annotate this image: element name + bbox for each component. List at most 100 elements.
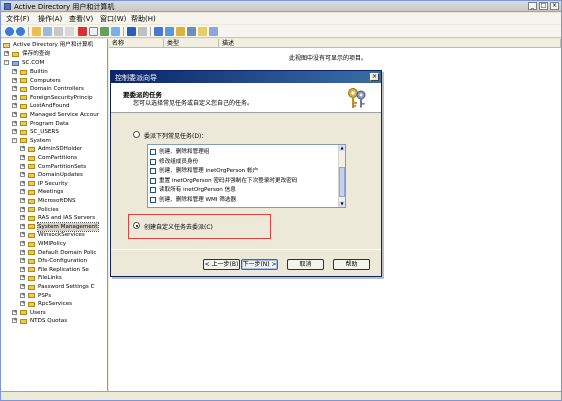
scroll-up-icon[interactable]: ▲ — [339, 145, 345, 151]
tree-expander[interactable]: + — [12, 86, 17, 92]
filter-icon[interactable] — [187, 27, 196, 36]
column-type[interactable]: 类型 — [164, 39, 219, 48]
mmc-window: Active Directory 用户和计算机 _ □ × 文件(F) 操作(A… — [0, 0, 562, 401]
forward-arrow-icon[interactable] — [16, 27, 25, 36]
empty-message: 此视图中没有可显示的项目。 — [289, 55, 368, 62]
export-icon[interactable] — [111, 27, 120, 36]
folder-icon — [28, 250, 35, 256]
menu-window[interactable]: 窗口(W) — [100, 14, 126, 24]
task-checkbox[interactable] — [150, 177, 156, 184]
tree-expander[interactable]: + — [12, 103, 17, 109]
tree-expander[interactable]: + — [20, 232, 25, 238]
tree-expander[interactable]: + — [20, 155, 25, 160]
radio-common-label: 委派下列常见任务(D)： — [144, 133, 208, 140]
radio-custom-task[interactable] — [133, 222, 140, 229]
view-icon[interactable] — [138, 27, 147, 36]
task-checkbox[interactable] — [150, 158, 156, 165]
tree-pane[interactable]: Active Directory 用户和计算机 + 保存的查询 - SC.COM… — [1, 39, 108, 391]
folder-icon — [28, 301, 35, 307]
tree-expander[interactable]: + — [20, 249, 25, 255]
folder-icon — [20, 95, 27, 101]
add-to-group-icon[interactable] — [209, 27, 218, 36]
tree-expander[interactable]: + — [20, 172, 25, 178]
scroll-thumb[interactable] — [339, 167, 345, 197]
help-button[interactable]: 帮助 — [333, 259, 370, 270]
dialog-header: 要委派的任务 您可以选择常见任务或自定义您自己的任务。 — [111, 83, 381, 113]
tree-expander[interactable]: + — [12, 69, 17, 74]
refresh-icon[interactable] — [100, 27, 109, 36]
folder-icon — [20, 138, 27, 144]
task-label: 读取所有 inetOrgPerson 信息 — [159, 187, 236, 194]
tree-expander[interactable]: + — [20, 241, 25, 246]
folder-icon — [28, 284, 35, 290]
find-icon[interactable] — [198, 27, 207, 36]
help-icon[interactable] — [127, 27, 136, 36]
folder-icon — [28, 189, 35, 195]
tree-expander[interactable]: + — [20, 189, 25, 195]
tree-expander[interactable]: + — [20, 180, 25, 186]
cancel-button[interactable]: 取消 — [287, 259, 324, 270]
user-icon[interactable] — [154, 27, 163, 36]
tree-expander[interactable]: + — [20, 266, 25, 272]
tree-expander[interactable]: + — [20, 146, 25, 152]
tree-expander[interactable]: + — [12, 112, 17, 117]
task-label: 修改组成员身份 — [159, 158, 199, 165]
folder-icon — [28, 164, 35, 170]
menu-file[interactable]: 文件(F) — [6, 14, 30, 24]
tree-expander[interactable]: + — [12, 94, 17, 100]
show-tree-icon[interactable] — [43, 27, 52, 36]
title-bar: Active Directory 用户和计算机 _ □ × — [1, 1, 561, 12]
maximize-button[interactable]: □ — [539, 2, 548, 10]
tree-expander[interactable]: - — [12, 137, 17, 143]
tree-expander[interactable]: + — [20, 223, 25, 229]
task-checkbox[interactable] — [150, 168, 156, 175]
tree-expander[interactable]: + — [20, 198, 25, 203]
task-checkbox[interactable] — [150, 197, 156, 203]
paste-icon[interactable] — [65, 27, 74, 36]
task-checkbox[interactable] — [150, 187, 156, 194]
delegation-wizard-dialog: 控制委派向导 × 要委派的任务 您可以选择常见任务或自定义您自己的任务。 委派下… — [110, 70, 382, 277]
radio-common-tasks[interactable] — [133, 131, 140, 138]
group-icon[interactable] — [165, 27, 174, 36]
tree-expander[interactable]: + — [20, 163, 25, 169]
scroll-down-icon[interactable]: ▼ — [339, 201, 345, 207]
dialog-close-button[interactable]: × — [370, 73, 379, 81]
tree-expander[interactable]: + — [12, 77, 17, 83]
tree-expander[interactable]: + — [12, 318, 17, 324]
menu-help[interactable]: 帮助(H) — [131, 14, 156, 24]
menu-action[interactable]: 操作(A) — [38, 14, 62, 24]
toolbar — [1, 25, 561, 38]
folder-icon — [28, 258, 35, 264]
minimize-button[interactable]: _ — [528, 2, 537, 10]
menu-view[interactable]: 查看(V) — [69, 14, 93, 24]
task-list-scrollbar[interactable]: ▲ ▼ — [338, 145, 345, 207]
tree-expander[interactable]: + — [12, 129, 17, 135]
up-folder-icon[interactable] — [32, 27, 41, 36]
column-description[interactable]: 描述 — [219, 39, 561, 48]
properties-icon[interactable] — [89, 27, 98, 36]
ou-icon[interactable] — [176, 27, 185, 36]
column-name[interactable]: 名称 — [109, 39, 164, 48]
folder-icon — [20, 112, 27, 118]
dialog-title: 控制委派向导 — [115, 74, 157, 82]
tree-expander[interactable]: + — [12, 120, 17, 126]
folder-icon — [20, 310, 27, 316]
tree-expander[interactable]: + — [20, 258, 25, 264]
next-button[interactable]: 下一步(N) > — [241, 259, 278, 270]
folder-icon — [28, 224, 35, 230]
close-button[interactable]: × — [550, 2, 559, 10]
tree-expander[interactable]: + — [20, 206, 25, 212]
task-checkbox[interactable] — [150, 149, 156, 155]
tree-expander[interactable]: + — [20, 215, 25, 221]
delete-icon[interactable] — [78, 27, 87, 36]
copy-icon[interactable] — [54, 27, 63, 36]
back-button[interactable]: < 上一步(B) — [203, 259, 240, 270]
task-list[interactable]: 创建、删除和管理组 修改组成员身份 创建、删除和管理 inetOrgPerson 帐… — [147, 144, 346, 208]
tree-expander[interactable]: + — [12, 309, 17, 315]
tree-expander[interactable]: + — [20, 292, 25, 298]
tree-expander[interactable]: + — [20, 275, 25, 281]
back-arrow-icon[interactable] — [5, 27, 14, 36]
folder-icon — [12, 51, 19, 57]
tree-expander[interactable]: + — [20, 284, 25, 289]
tree-expander[interactable]: + — [20, 301, 25, 307]
